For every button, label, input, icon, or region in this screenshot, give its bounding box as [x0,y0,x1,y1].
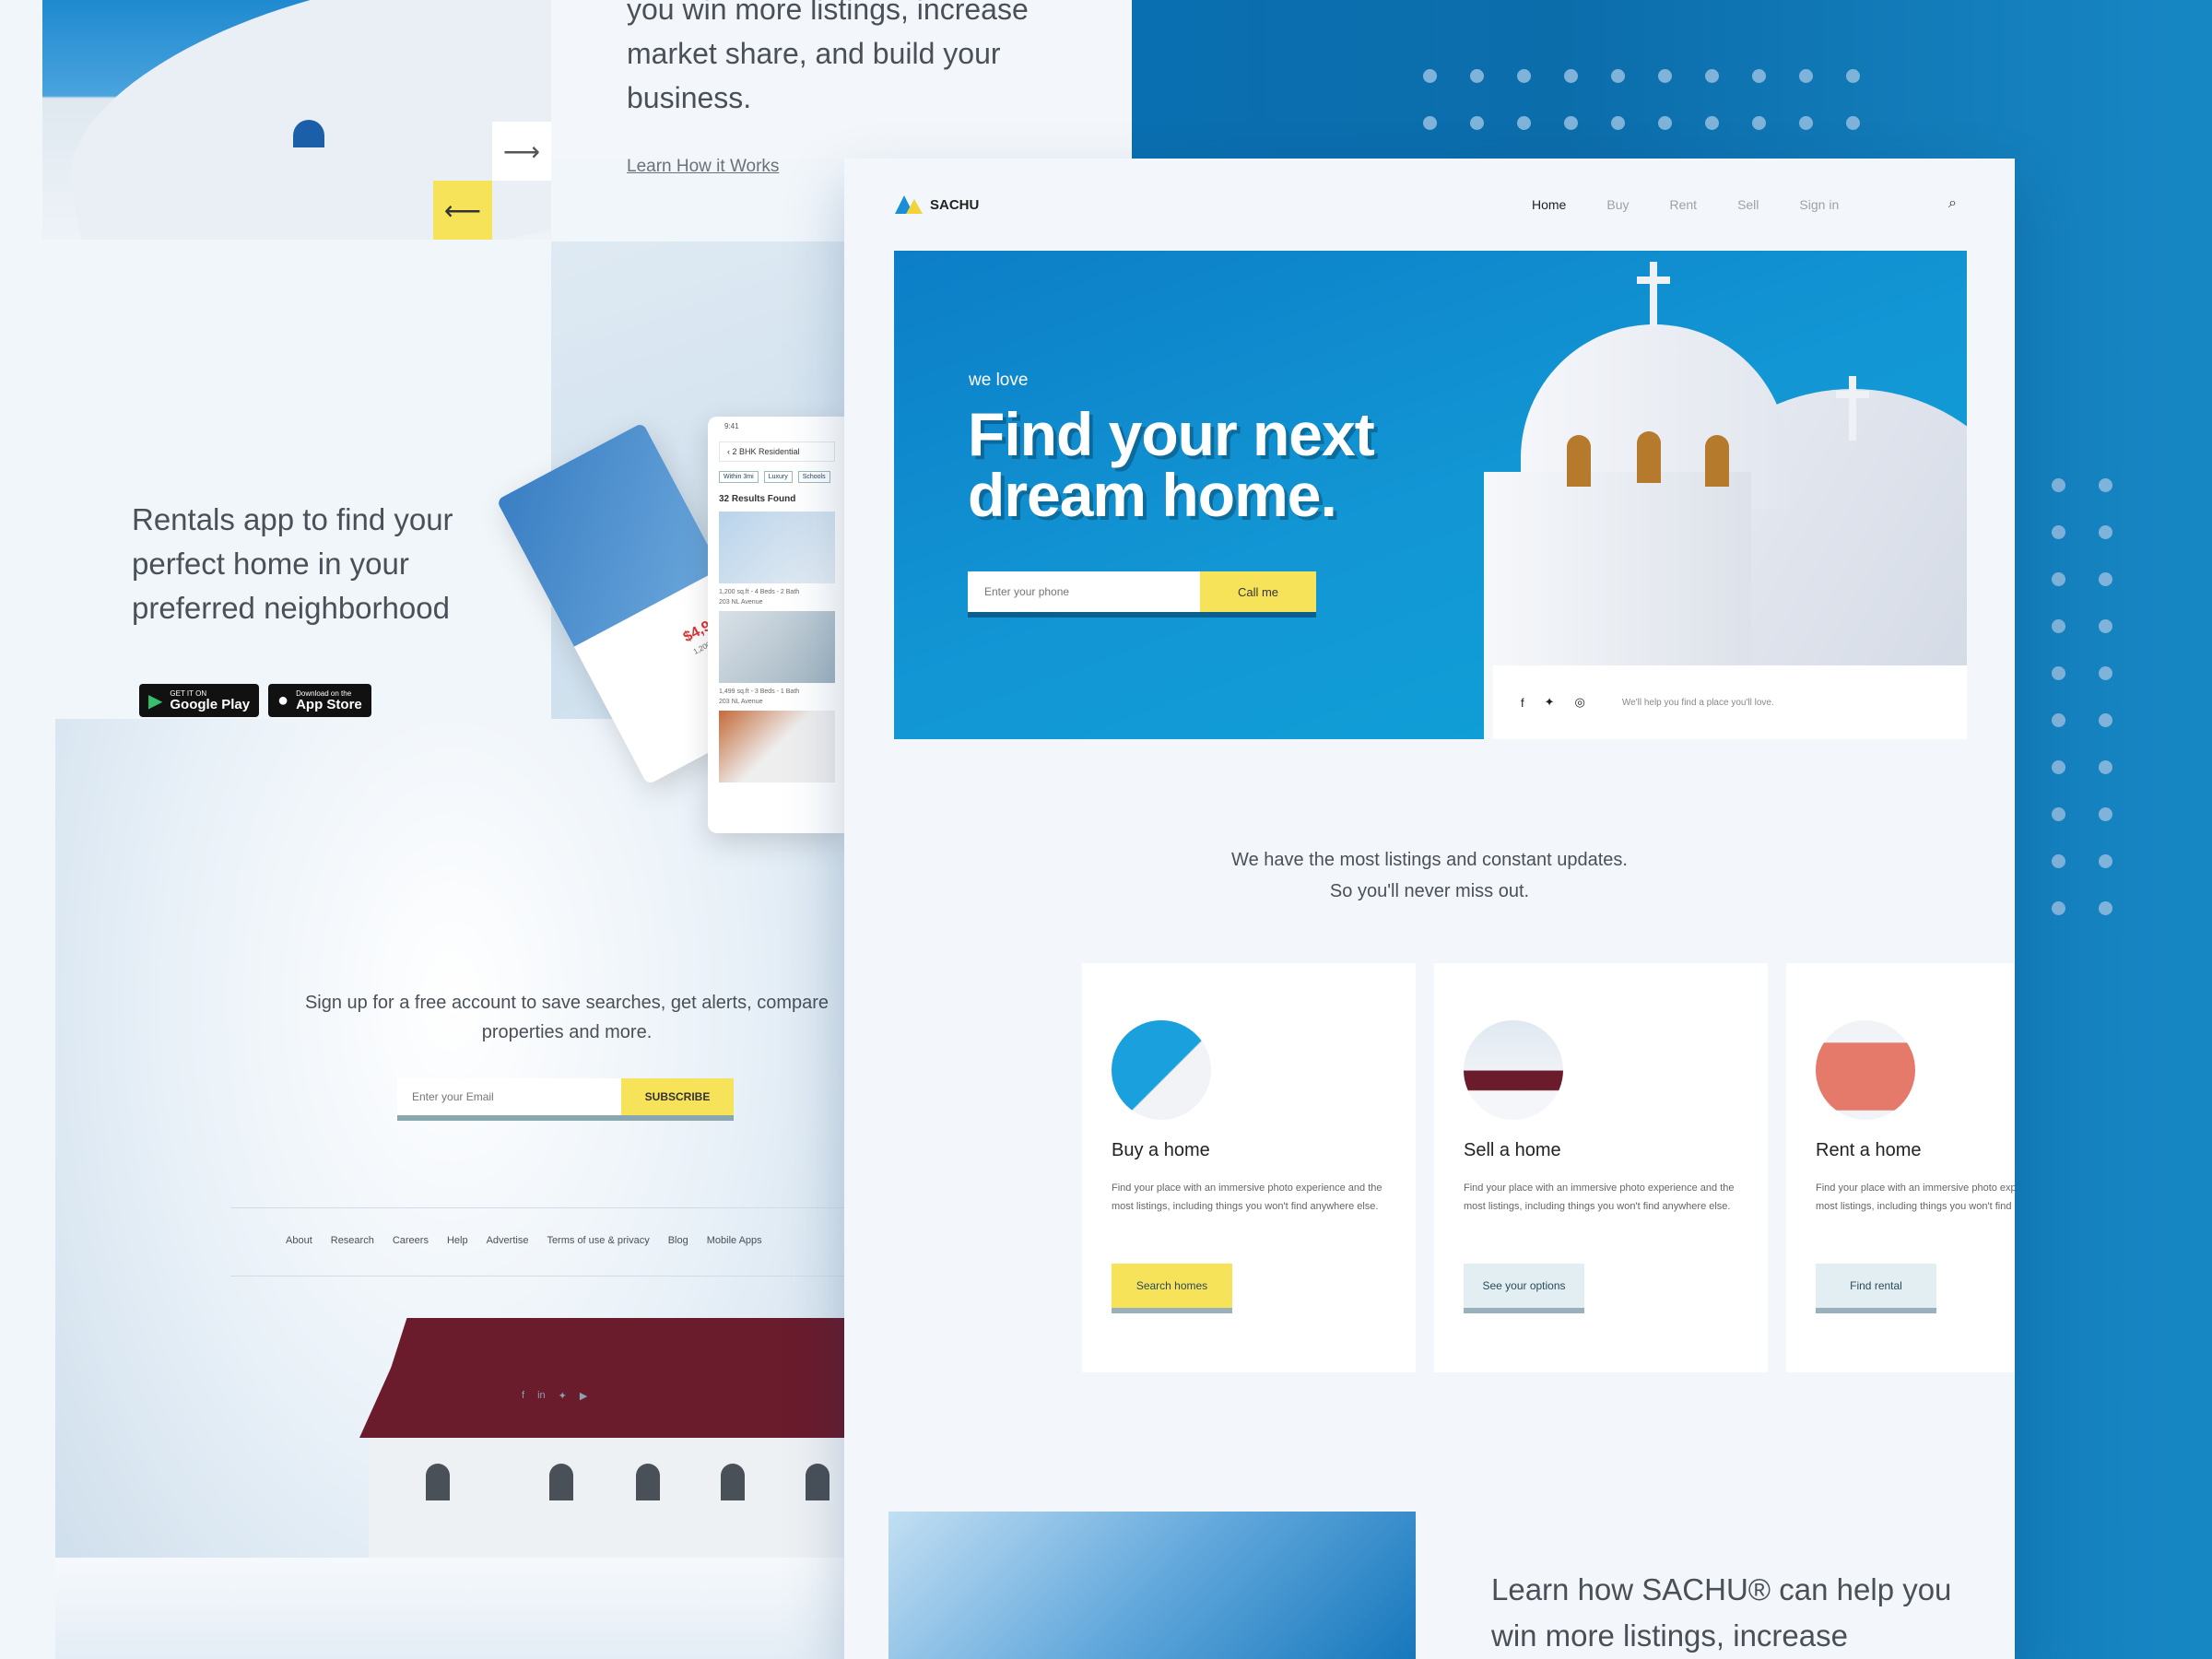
buy-card: Buy a home Find your place with an immer… [1082,963,1416,1372]
learn-how-heading: Learn how SACHU® can help you win more l… [1491,1572,1952,1653]
rent-avatar [1816,1020,1915,1120]
footer-link-blog[interactable]: Blog [668,1235,688,1246]
search-icon[interactable]: ⌕ [1948,195,1957,212]
signup-text: Sign up for a free account to save searc… [304,993,830,1042]
phone-field[interactable] [968,571,1200,618]
linkedin-icon[interactable]: in [537,1390,546,1402]
filter-chip[interactable]: Luxury [763,471,793,483]
app-promo-text: Rentals app to find your perfect home in… [132,502,453,625]
footer-link-about[interactable]: About [286,1235,312,1246]
app-store-button[interactable]: ● Download on the App Store [268,684,371,717]
google-play-icon: ▶ [148,690,163,712]
listing-address: 203 NL Avenue [719,599,763,606]
footer-link-advertise[interactable]: Advertise [487,1235,529,1246]
card-title: Sell a home [1464,1140,1561,1160]
status-time: 9:41 [724,422,739,430]
see-options-button[interactable]: See your options [1464,1264,1584,1313]
facebook-icon[interactable]: f [522,1390,524,1402]
top-nav: SACHU Home Buy Rent Sell Sign in ⌕ [844,159,2015,251]
card-description: Find your place with an immersive photo … [1816,1182,2015,1212]
listing-meta: 1,200 sq.ft - 4 Beds - 2 Bath [719,589,800,595]
call-me-button[interactable]: Call me [1200,571,1316,618]
dot-grid-top [1423,69,1893,130]
search-homes-button[interactable]: Search homes [1112,1264,1232,1313]
email-field[interactable] [397,1078,621,1121]
listings-statement: We have the most listings and constant u… [1231,850,1628,901]
phone-search-field[interactable]: ‹ 2 BHK Residential [719,441,835,462]
footer-social: f in ✦ ▶ [522,1390,587,1402]
hero-tagline: We'll help you find a place you'll love. [1621,697,1774,708]
twitter-icon[interactable]: ✦ [1545,695,1555,710]
listing-thumbnail[interactable] [719,711,835,782]
footer-divider [230,1276,844,1277]
find-rental-button[interactable]: Find rental [1816,1264,1936,1313]
twitter-icon[interactable]: ✦ [559,1390,567,1402]
logo-mark-icon [895,195,923,214]
blue-dome [293,120,324,147]
brand-logo[interactable]: SACHU [895,195,979,214]
nav-rent[interactable]: Rent [1669,197,1697,212]
footer-link-mobile-apps[interactable]: Mobile Apps [707,1235,762,1246]
nav-sell[interactable]: Sell [1737,197,1759,212]
subscribe-button[interactable]: SUBSCRIBE [621,1078,734,1121]
google-play-button[interactable]: ▶ GET IT ON Google Play [139,684,260,717]
church-image [55,1309,846,1659]
card-description: Find your place with an immersive photo … [1464,1182,1735,1212]
card-title: Rent a home [1816,1140,1922,1160]
youtube-icon[interactable]: ▶ [580,1390,587,1402]
footer-link-help[interactable]: Help [447,1235,468,1246]
listing-address: 203 NL Avenue [719,699,763,705]
nav-buy[interactable]: Buy [1606,197,1629,212]
card-title: Buy a home [1112,1140,1210,1160]
slider-prev-button[interactable]: ⟵ [433,181,492,240]
nav-sign-in[interactable]: Sign in [1799,197,1839,212]
listing-thumbnail[interactable] [719,512,835,583]
listing-meta: 1,499 sq.ft - 3 Beds - 1 Bath [719,688,800,695]
facebook-icon[interactable]: f [1521,696,1524,710]
learn-how-link[interactable]: Learn How it Works [627,157,779,177]
landing-page: SACHU Home Buy Rent Sell Sign in ⌕ we lo… [844,159,2015,1659]
hero-share-bar: f ✦ ◎ We'll help you find a place you'll… [1493,665,1967,739]
phone-mockup-results: 9:41 ‹ 2 BHK Residential Within 3mi Luxu… [708,417,846,833]
filter-chip[interactable]: Within 3mi [719,471,759,483]
footer-link-terms[interactable]: Terms of use & privacy [547,1235,649,1246]
hero-eyebrow: we love [969,371,1029,390]
buy-avatar [1112,1020,1211,1120]
nav-home[interactable]: Home [1532,197,1566,212]
footer-link-careers[interactable]: Careers [393,1235,429,1246]
sell-avatar [1464,1020,1563,1120]
apple-icon: ● [277,689,289,711]
slider-next-button[interactable]: ⟶ [492,122,551,181]
hero-headline: Find your next dream home. [968,400,1375,529]
rent-card: Rent a home Find your place with an imme… [1786,963,2015,1372]
footer-nav: About Research Careers Help Advertise Te… [286,1235,762,1246]
card-description: Find your place with an immersive photo … [1112,1182,1382,1212]
results-count: 32 Results Found [719,494,796,504]
sell-card: Sell a home Find your place with an imme… [1434,963,1768,1372]
intro-text: you win more listings, increase market s… [627,0,1029,114]
footer-link-research[interactable]: Research [331,1235,374,1246]
dribbble-icon[interactable]: ◎ [1575,695,1585,710]
listing-thumbnail[interactable] [719,611,835,683]
hero-banner: we love Find your next dream home. Call … [894,251,1967,739]
dot-grid-right [2052,478,2146,915]
bottom-image [888,1512,1416,1659]
filter-chip[interactable]: Schools [797,471,830,483]
footer-divider [230,1207,844,1208]
